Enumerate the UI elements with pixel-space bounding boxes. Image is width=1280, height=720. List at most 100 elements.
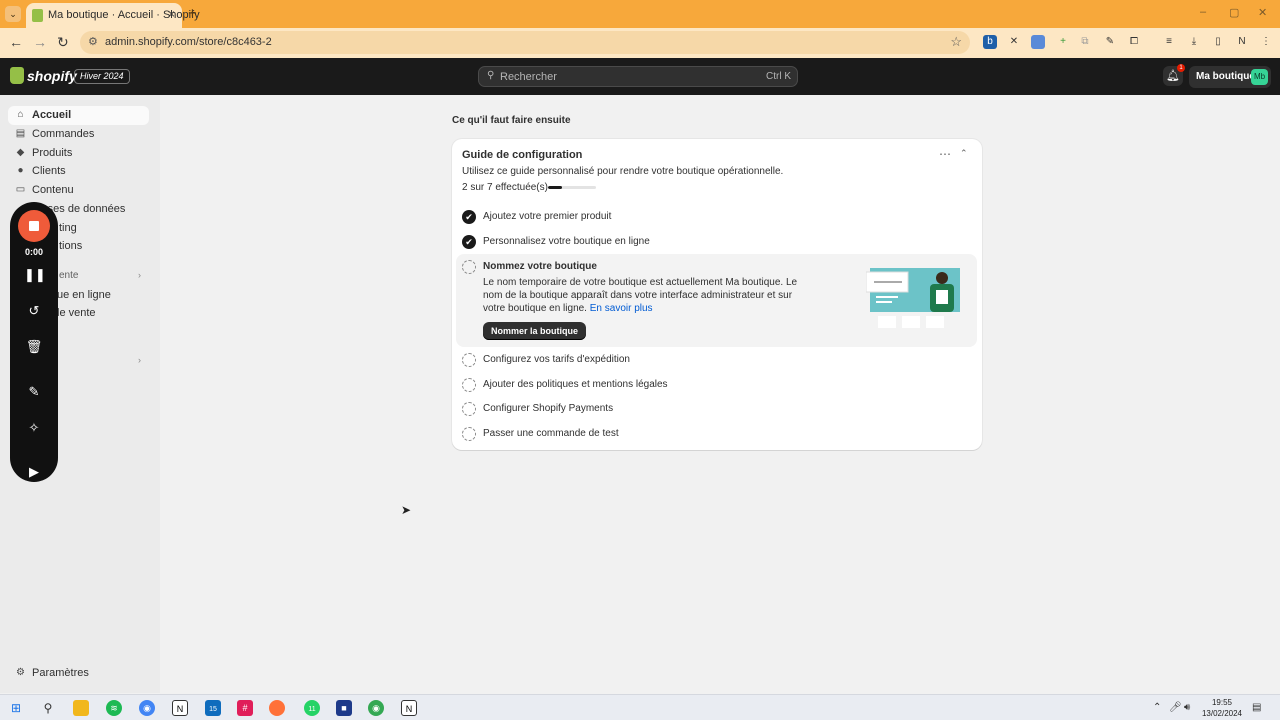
profile-icon[interactable]: N: [1235, 35, 1249, 49]
task-label: Personnalisez votre boutique en ligne: [483, 236, 650, 247]
sidebar-item-label: tions: [59, 240, 83, 252]
sidebar-item-contenu[interactable]: ▭ Contenu: [8, 181, 149, 200]
camera-icon[interactable]: ▶: [24, 462, 44, 482]
store-menu-button[interactable]: Ma boutique Mb: [1189, 66, 1271, 88]
checkmark-icon[interactable]: ✔: [462, 235, 476, 249]
notifications-button[interactable]: 🔔︎ 1: [1163, 64, 1185, 86]
shopify-bag-icon[interactable]: [10, 67, 24, 84]
sidebar-item-commandes[interactable]: ▤ Commandes: [8, 125, 149, 144]
checkmark-icon[interactable]: ✔: [462, 210, 476, 224]
sidebar-item-accueil[interactable]: ⌂ Accueil: [8, 106, 149, 125]
windows-taskbar: ⊞ ⚲ ≋ ◉ N 15 # 11 ■ ◉ N ⌃ 🎤︎ 🔊︎ 19:55 13…: [0, 694, 1280, 720]
sidebar-item-label: ting: [59, 222, 77, 234]
tray-chevron-icon[interactable]: ⌃: [1153, 702, 1161, 713]
stop-recording-button[interactable]: [18, 210, 50, 242]
back-arrow-icon[interactable]: ←: [9, 34, 23, 50]
windows-start-icon[interactable]: ⊞: [8, 700, 24, 716]
edition-badge[interactable]: Hiver 2024: [74, 69, 130, 84]
tab-title: Ma boutique · Accueil · Shopify: [48, 9, 200, 21]
browser-menu-icon[interactable]: ⋮: [1259, 35, 1273, 49]
task-item-pending[interactable]: Configurer Shopify Payments: [452, 398, 982, 420]
task-item-pending[interactable]: Passer une commande de test: [452, 423, 982, 445]
extensions-puzzle-icon[interactable]: ⧠: [1127, 35, 1141, 49]
file-explorer-icon[interactable]: [73, 700, 89, 716]
extension-plus-icon[interactable]: +: [1056, 35, 1070, 49]
close-window-button[interactable]: ✕: [1258, 6, 1267, 19]
screen-recorder-toolbar: 0:00 ❚❚ ↺ 🗑︎ ✎ ✧ ▶: [10, 202, 58, 482]
inbox-icon: ▤: [15, 128, 26, 139]
task-item-pending[interactable]: Ajouter des politiques et mentions légal…: [452, 374, 982, 396]
chrome-icon[interactable]: ◉: [139, 700, 155, 716]
outlook-icon[interactable]: 15: [205, 700, 221, 716]
spotify-icon[interactable]: ≋: [106, 700, 122, 716]
bookmark-star-icon[interactable]: ☆: [950, 34, 962, 50]
sales-channels-heading: ente: [59, 270, 79, 281]
chevron-up-icon[interactable]: ⌃: [960, 148, 968, 159]
person-icon: ●: [17, 165, 24, 176]
media-control-icon[interactable]: ≡: [1162, 35, 1176, 49]
forward-arrow-icon[interactable]: →: [33, 34, 47, 50]
task-item-pending[interactable]: Configurez vos tarifs d'expédition: [452, 349, 982, 371]
browser-toolbar: ← → ↻ ⚙ admin.shopify.com/store/c8c463-2…: [0, 28, 1280, 58]
store-illustration: [866, 268, 960, 330]
task-checkbox[interactable]: [462, 353, 476, 367]
chevron-right-icon[interactable]: ›: [138, 355, 141, 365]
browser-tab-strip: ⌄ Ma boutique · Accueil · Shopify × + – …: [0, 0, 1280, 28]
maximize-button[interactable]: ▢: [1229, 6, 1239, 19]
more-options-icon[interactable]: ⋯: [939, 147, 951, 161]
trash-icon[interactable]: 🗑︎: [24, 337, 44, 357]
side-panel-icon[interactable]: ▯: [1211, 35, 1225, 49]
task-checkbox[interactable]: [462, 378, 476, 392]
reload-icon[interactable]: ↻: [57, 34, 69, 51]
sidebar-item-point-of-sale[interactable]: le vente: [57, 307, 96, 319]
address-bar[interactable]: ⚙ admin.shopify.com/store/c8c463-2 ☆: [80, 31, 970, 54]
store-avatar: Mb: [1251, 69, 1268, 85]
effects-icon[interactable]: ✧: [24, 418, 44, 438]
task-item-done[interactable]: ✔ Personnalisez votre boutique en ligne: [452, 231, 982, 253]
notion-icon[interactable]: N: [172, 700, 188, 716]
search-icon[interactable]: ⚲: [40, 700, 56, 716]
task-checkbox[interactable]: [462, 260, 476, 274]
chevron-right-icon[interactable]: ›: [138, 270, 141, 280]
sidebar-item-online-store[interactable]: ue en ligne: [57, 289, 111, 301]
chrome-profile-icon[interactable]: ◉: [368, 700, 384, 716]
notification-center-icon[interactable]: ▤: [1252, 702, 1261, 713]
shopify-logo[interactable]: shopify: [27, 68, 77, 84]
extension-pen-icon[interactable]: ✎: [1103, 35, 1117, 49]
search-input[interactable]: ⚲ Rechercher Ctrl K: [478, 66, 798, 87]
clock-date: 13/02/2024: [1201, 709, 1243, 718]
speaker-icon[interactable]: 🔊︎: [1184, 702, 1190, 713]
firefox-icon[interactable]: [269, 700, 285, 716]
whatsapp-icon[interactable]: 11: [304, 700, 320, 716]
task-checkbox[interactable]: [462, 427, 476, 441]
progress-bar-fill: [548, 186, 562, 189]
task-title[interactable]: Nommez votre boutique: [483, 261, 597, 272]
new-tab-button[interactable]: +: [188, 5, 197, 22]
pencil-icon[interactable]: ✎: [24, 382, 44, 402]
tab-search-button[interactable]: ⌄: [5, 6, 21, 22]
microphone-icon[interactable]: 🎤︎: [1169, 702, 1182, 713]
pause-icon[interactable]: ❚❚: [24, 265, 46, 285]
sidebar-item-label: Paramètres: [32, 667, 89, 679]
extension-b-icon[interactable]: b: [983, 35, 997, 49]
task-item-done[interactable]: ✔ Ajoutez votre premier produit: [452, 206, 982, 228]
slack-icon[interactable]: #: [237, 700, 253, 716]
app-icon[interactable]: ■: [336, 700, 352, 716]
tab-close-icon[interactable]: ×: [168, 7, 175, 21]
name-store-button[interactable]: Nommer la boutique: [483, 322, 587, 340]
downloads-icon[interactable]: ⤓: [1187, 35, 1201, 49]
site-info-icon[interactable]: ⚙: [88, 35, 98, 48]
task-checkbox[interactable]: [462, 402, 476, 416]
sidebar-item-produits[interactable]: ◆ Produits: [8, 144, 149, 163]
learn-more-link[interactable]: En savoir plus: [590, 303, 653, 314]
sidebar-item-clients[interactable]: ● Clients: [8, 162, 149, 181]
minimize-button[interactable]: –: [1200, 6, 1206, 18]
extension-copy-icon[interactable]: ⧉: [1078, 35, 1092, 49]
clock[interactable]: 19:55 13/02/2024: [1200, 697, 1244, 719]
browser-tab-active[interactable]: Ma boutique · Accueil · Shopify ×: [26, 3, 200, 28]
restart-icon[interactable]: ↺: [24, 301, 44, 321]
notion-calendar-icon[interactable]: N: [401, 700, 417, 716]
extension-x-icon[interactable]: ✕: [1007, 35, 1021, 49]
extension-doc-icon[interactable]: [1031, 35, 1045, 49]
sidebar-item-parametres[interactable]: ⚙ Paramètres: [8, 664, 149, 683]
